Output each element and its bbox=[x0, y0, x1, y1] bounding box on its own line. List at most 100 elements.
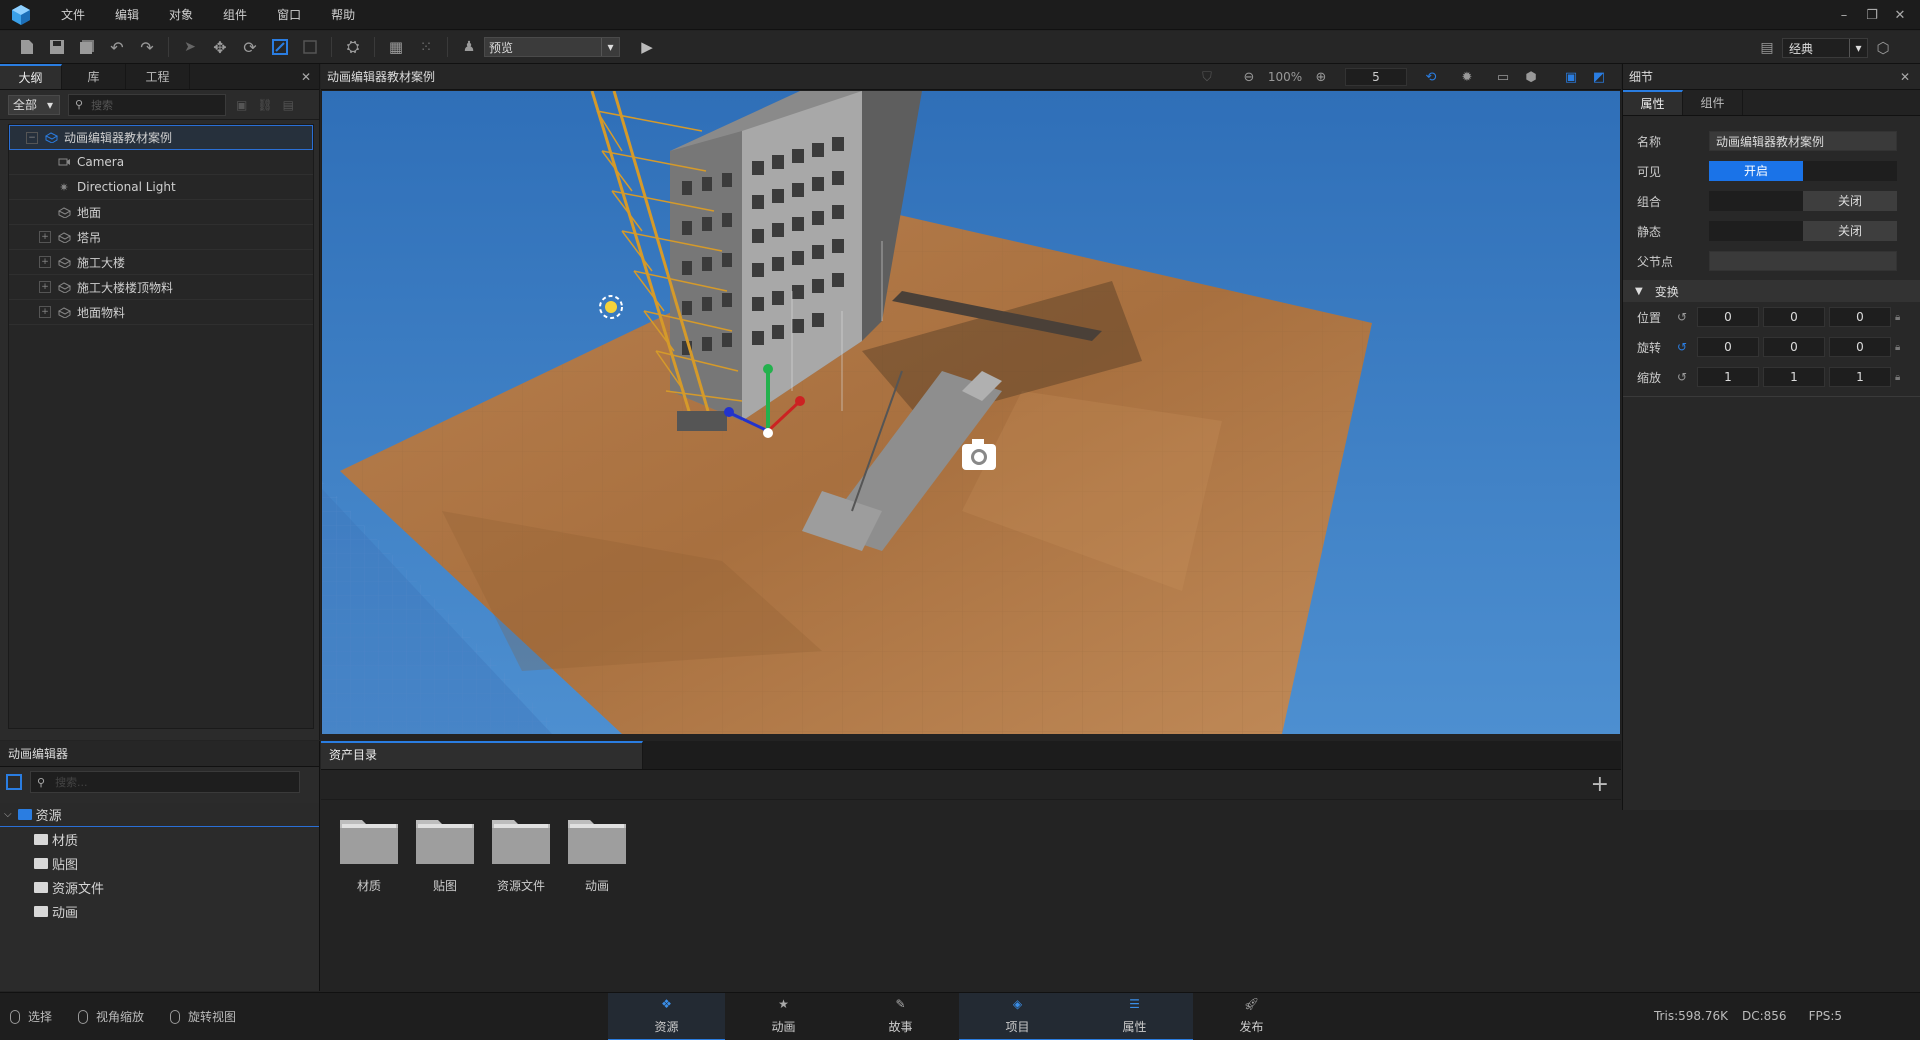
lock-icon[interactable]: 🔒︎ bbox=[1895, 342, 1907, 353]
add-icon[interactable]: + bbox=[1591, 772, 1609, 797]
resource-tree-item[interactable]: 资源文件 bbox=[0, 875, 319, 899]
menu-window[interactable]: 窗口 bbox=[262, 0, 316, 30]
resource-tree-item[interactable]: 动画 bbox=[0, 899, 319, 923]
stats-icon[interactable]: ◩ bbox=[1585, 70, 1613, 85]
static-toggle-off[interactable]: 关闭 bbox=[1803, 221, 1897, 241]
link-icon[interactable]: ⛓ bbox=[257, 98, 272, 112]
parent-input[interactable] bbox=[1709, 251, 1897, 271]
asset-folder[interactable]: 动画 bbox=[559, 814, 635, 894]
asset-folder[interactable]: 材质 bbox=[331, 814, 407, 894]
tree-item-ground-materials[interactable]: + 地面物料 bbox=[9, 300, 313, 325]
player-button[interactable]: ♟ bbox=[454, 34, 484, 60]
tab-project[interactable]: 工程 bbox=[126, 64, 190, 89]
minimize-button[interactable]: – bbox=[1830, 8, 1858, 23]
tab-components[interactable]: 组件 bbox=[1683, 90, 1743, 115]
tab-library[interactable]: 库 bbox=[62, 64, 126, 89]
rotation-x-input[interactable]: 0 bbox=[1697, 337, 1759, 357]
move-tool-button[interactable]: ✥ bbox=[205, 34, 235, 60]
tree-item-light[interactable]: ✷ Directional Light bbox=[9, 175, 313, 200]
bottom-tab-animation[interactable]: ★ 动画 bbox=[725, 993, 842, 1040]
reset-icon[interactable]: ↺ bbox=[1677, 310, 1697, 324]
rotate-tool-button[interactable]: ⟳ bbox=[235, 34, 265, 60]
scale-x-input[interactable]: 1 bbox=[1697, 367, 1759, 387]
filter-select[interactable]: 全部 ▾ bbox=[8, 94, 60, 115]
lock-icon[interactable]: 🔒︎ bbox=[1895, 312, 1907, 323]
tree-item-roof-materials[interactable]: + 施工大楼楼顶物料 bbox=[9, 275, 313, 300]
expand-toggle-icon[interactable]: + bbox=[39, 281, 51, 293]
resource-tree-root[interactable]: ⌵ 资源 bbox=[0, 803, 319, 827]
grid-button[interactable]: ▦ bbox=[381, 34, 411, 60]
menu-help[interactable]: 帮助 bbox=[316, 0, 370, 30]
tree-item-camera[interactable]: Camera bbox=[9, 150, 313, 175]
expand-toggle-icon[interactable]: + bbox=[39, 306, 51, 318]
bottom-tab-resource[interactable]: ❖ 资源 bbox=[608, 993, 725, 1040]
tab-outline[interactable]: 大纲 bbox=[0, 64, 62, 89]
name-input[interactable]: 动画编辑器教材案例 bbox=[1709, 131, 1897, 151]
static-toggle[interactable]: 关闭 bbox=[1709, 221, 1897, 241]
scale-z-input[interactable]: 1 bbox=[1829, 367, 1891, 387]
gear-icon[interactable]: ✹ bbox=[1453, 70, 1481, 85]
bottom-tab-project[interactable]: ◈ 项目 bbox=[959, 993, 1076, 1040]
lock-icon[interactable]: 🔒︎ bbox=[1895, 372, 1907, 383]
bottom-tab-story[interactable]: ✎ 故事 bbox=[842, 993, 959, 1040]
expand-all-icon[interactable]: ▣ bbox=[236, 98, 247, 112]
bottom-tab-publish[interactable]: 🚀︎ 发布 bbox=[1193, 993, 1310, 1040]
panel-toggle-icon[interactable] bbox=[6, 774, 22, 790]
close-window-button[interactable]: ✕ bbox=[1886, 8, 1914, 23]
group-toggle[interactable]: 关闭 bbox=[1709, 191, 1897, 211]
animation-search-input[interactable]: ⚲ 搜索... bbox=[30, 771, 300, 793]
zoom-out-icon[interactable]: ⊖ bbox=[1235, 70, 1263, 85]
reset-icon[interactable]: ↺ bbox=[1677, 370, 1697, 384]
rect-tool-button[interactable] bbox=[295, 34, 325, 60]
tree-item-ground[interactable]: 地面 bbox=[9, 200, 313, 225]
position-z-input[interactable]: 0 bbox=[1829, 307, 1891, 327]
scale-y-input[interactable]: 1 bbox=[1763, 367, 1825, 387]
tab-asset-catalog[interactable]: 资产目录 bbox=[321, 741, 643, 769]
snap-grid-button[interactable]: ⁙ bbox=[411, 34, 441, 60]
chevron-down-icon[interactable]: ⌵ bbox=[4, 809, 12, 820]
tab-properties[interactable]: 属性 bbox=[1623, 90, 1683, 115]
cube-icon[interactable]: ⬢ bbox=[1517, 70, 1545, 85]
settings-button[interactable]: ⬡ bbox=[1868, 35, 1898, 61]
reset-icon[interactable]: ↺ bbox=[1677, 340, 1697, 354]
expand-toggle-icon[interactable]: + bbox=[39, 256, 51, 268]
pivot-button[interactable]: ⛭ bbox=[338, 34, 368, 60]
perspective-icon[interactable]: ▣ bbox=[1557, 70, 1585, 85]
rotation-z-input[interactable]: 0 bbox=[1829, 337, 1891, 357]
sync-icon[interactable]: ⟲ bbox=[1417, 70, 1445, 85]
shield-icon[interactable]: ⛉ bbox=[1193, 70, 1221, 85]
scene-viewport[interactable]: 动画编辑器教材案例 ⛉ ⊖ 100% ⊕ 5 ⟲ ✹ ▭ ⬢ ▣ ◩ bbox=[321, 64, 1621, 734]
visible-toggle-on[interactable]: 开启 bbox=[1709, 161, 1803, 181]
outline-search-input[interactable]: ⚲ 搜索 bbox=[68, 93, 226, 116]
redo-button[interactable]: ↷ bbox=[132, 34, 162, 60]
bottom-tab-properties[interactable]: ☰ 属性 bbox=[1076, 993, 1193, 1040]
grid-size-input[interactable]: 5 bbox=[1345, 68, 1407, 86]
select-tool-button[interactable]: ➤ bbox=[175, 34, 205, 60]
collapse-toggle-icon[interactable]: − bbox=[26, 131, 38, 144]
expand-toggle-icon[interactable]: + bbox=[39, 231, 51, 243]
scale-tool-button[interactable] bbox=[265, 34, 295, 60]
tree-item-building[interactable]: + 施工大楼 bbox=[9, 250, 313, 275]
resource-tree-item[interactable]: 材质 bbox=[0, 827, 319, 851]
restore-button[interactable]: ❐ bbox=[1858, 8, 1886, 23]
asset-folder[interactable]: 贴图 bbox=[407, 814, 483, 894]
asset-folder[interactable]: 资源文件 bbox=[483, 814, 559, 894]
menu-edit[interactable]: 编辑 bbox=[100, 0, 154, 30]
camera-view-icon[interactable]: ▭ bbox=[1489, 70, 1517, 85]
transform-section-header[interactable]: ▼ 变换 bbox=[1623, 280, 1920, 302]
new-file-button[interactable] bbox=[12, 34, 42, 60]
menu-component[interactable]: 组件 bbox=[208, 0, 262, 30]
tree-item-root[interactable]: − 动画编辑器教材案例 bbox=[9, 125, 313, 150]
mode-select[interactable]: 预览 ▾ bbox=[484, 37, 620, 57]
resource-tree-item[interactable]: 贴图 bbox=[0, 851, 319, 875]
layout-select[interactable]: 经典 ▾ bbox=[1782, 38, 1868, 58]
close-panel-icon[interactable]: ✕ bbox=[1900, 70, 1920, 84]
play-button[interactable]: ▶ bbox=[632, 34, 662, 60]
scene-render[interactable] bbox=[322, 91, 1620, 734]
position-x-input[interactable]: 0 bbox=[1697, 307, 1759, 327]
rotation-y-input[interactable]: 0 bbox=[1763, 337, 1825, 357]
collapse-all-icon[interactable]: ▤ bbox=[283, 98, 294, 112]
menu-object[interactable]: 对象 bbox=[154, 0, 208, 30]
menu-file[interactable]: 文件 bbox=[46, 0, 100, 30]
save-all-button[interactable] bbox=[72, 34, 102, 60]
